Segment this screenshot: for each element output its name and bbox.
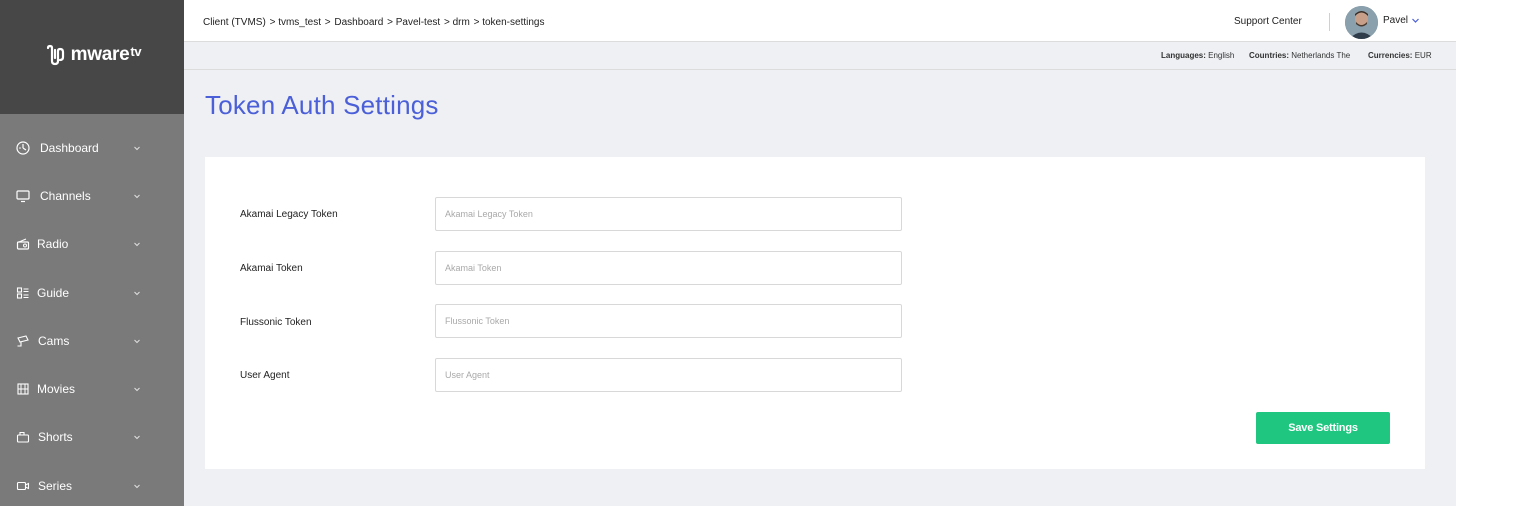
header-divider: [1329, 13, 1330, 31]
mwaretv-logo[interactable]: mware tv: [43, 42, 142, 68]
user-agent-label: User Agent: [240, 370, 290, 381]
logo-area: mware tv: [0, 0, 184, 114]
breadcrumb: Client (TVMS) > tvms_test > Dashboard > …: [203, 17, 545, 28]
camera-icon: [15, 333, 31, 349]
flussonic-token-label: Flussonic Token: [240, 317, 312, 328]
sidebar-item-label: Cams: [38, 334, 70, 348]
user-agent-input[interactable]: [435, 358, 902, 392]
sidebar-item-label: Shorts: [38, 430, 73, 444]
chevron-down-icon[interactable]: [1411, 16, 1420, 25]
sidebar-item-dashboard[interactable]: Dashboard: [0, 133, 184, 163]
settings-form-card: Akamai Legacy Token Akamai Token Flusson…: [205, 157, 1425, 469]
breadcrumb-item-token-settings: > token-settings: [473, 17, 545, 28]
video-icon: [15, 478, 31, 494]
locale-info-bar: Languages: English Countries: Netherland…: [184, 42, 1456, 70]
sidebar-item-label: Series: [38, 479, 73, 493]
breadcrumb-item-dashboard[interactable]: Dashboard: [334, 17, 383, 28]
akamai-token-label: Akamai Token: [240, 263, 303, 274]
page-title: Token Auth Settings: [205, 90, 439, 120]
logo-mark-icon: [46, 44, 64, 66]
countries-value: Netherlands The: [1291, 51, 1351, 60]
logo-suffix: tv: [130, 43, 142, 59]
right-margin: [1456, 0, 1519, 506]
breadcrumb-item-pavel-test[interactable]: > Pavel-test: [387, 17, 440, 28]
user-name[interactable]: Pavel: [1383, 15, 1408, 26]
film-icon: [15, 381, 31, 397]
sidebar-item-movies[interactable]: Movies: [0, 374, 184, 404]
shorts-icon: [15, 429, 31, 445]
languages-value: English: [1208, 51, 1235, 60]
currencies-info: Currencies: EUR: [1368, 51, 1432, 60]
sidebar-item-cams[interactable]: Cams: [0, 326, 184, 356]
flussonic-token-input[interactable]: [435, 304, 902, 338]
breadcrumb-item-client[interactable]: Client (TVMS): [203, 17, 266, 28]
chevron-down-icon: [134, 387, 140, 392]
breadcrumb-item-drm[interactable]: > drm: [444, 17, 470, 28]
chevron-down-icon: [134, 242, 140, 247]
top-bar: Client (TVMS) > tvms_test > Dashboard > …: [184, 0, 1456, 42]
monitor-icon: [15, 188, 31, 204]
languages-label: Languages:: [1161, 51, 1206, 60]
breadcrumb-separator: >: [324, 17, 331, 28]
currencies-value: EUR: [1414, 51, 1432, 60]
sidebar-item-label: Guide: [37, 286, 70, 300]
breadcrumb-item-tvms-test[interactable]: > tvms_test: [270, 17, 321, 28]
currencies-label: Currencies:: [1368, 51, 1413, 60]
sidebar-item-label: Radio: [37, 237, 69, 251]
dashboard-icon: [15, 140, 31, 156]
sidebar-item-label: Dashboard: [40, 141, 99, 155]
sidebar-item-label: Movies: [37, 382, 76, 396]
chevron-down-icon: [134, 435, 140, 440]
sidebar: mwaretv Dashboard Channels Radio Guide: [0, 0, 184, 506]
chevron-down-icon: [134, 339, 140, 344]
languages-info: Languages: English: [1161, 51, 1234, 60]
chevron-down-icon: [134, 194, 140, 199]
akamai-legacy-token-label: Akamai Legacy Token: [240, 209, 338, 220]
sidebar-item-guide[interactable]: Guide: [0, 278, 184, 308]
main-content: Client (TVMS) > tvms_test > Dashboard > …: [184, 0, 1456, 506]
countries-info: Countries: Netherlands The: [1249, 51, 1350, 60]
akamai-token-input[interactable]: [435, 251, 902, 285]
guide-grid-icon: [15, 285, 31, 301]
save-settings-button[interactable]: Save Settings: [1256, 412, 1390, 444]
sidebar-item-channels[interactable]: Channels: [0, 181, 184, 211]
chevron-down-icon: [134, 146, 140, 151]
sidebar-item-radio[interactable]: Radio: [0, 229, 184, 259]
sidebar-item-shorts[interactable]: Shorts: [0, 422, 184, 452]
countries-label: Countries:: [1249, 51, 1289, 60]
logo-text: mware: [70, 44, 130, 65]
avatar[interactable]: [1345, 6, 1378, 39]
sidebar-item-series[interactable]: Series: [0, 471, 184, 501]
support-center-link[interactable]: Support Center: [1234, 16, 1302, 27]
chevron-down-icon: [134, 291, 140, 296]
akamai-legacy-token-input[interactable]: [435, 197, 902, 231]
radio-icon: [15, 236, 31, 252]
chevron-down-icon: [134, 484, 140, 489]
sidebar-item-label: Channels: [40, 189, 91, 203]
